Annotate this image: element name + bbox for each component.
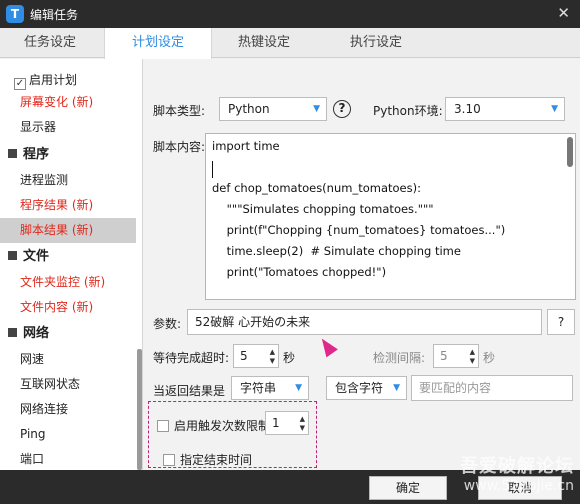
app-logo-icon: T (6, 5, 24, 23)
interval-label: 检测间隔: (373, 351, 426, 365)
help-icon[interactable]: ? (333, 100, 351, 118)
enable-plan-checkbox[interactable]: ✓ 启用计划 (14, 71, 77, 90)
chevron-down-icon: ▼ (313, 104, 320, 114)
mouse-pointer-icon (316, 334, 338, 358)
sidebar-item-net-connection[interactable]: 网络连接 (0, 397, 136, 422)
code-line: time.sleep(2) # Simulate chopping time (212, 244, 461, 258)
sidebar-group-file: 文件 (0, 244, 136, 269)
match-content-input[interactable]: 要匹配的内容 (411, 375, 573, 401)
sidebar-group-program: 程序 (0, 142, 136, 167)
code-line: print(f"Chopping {num_tomatoes} tomatoes… (212, 223, 506, 237)
sidebar-item-screen-change[interactable]: 屏幕变化 (新) (0, 90, 136, 115)
limit-stepper[interactable]: 1 ▲ ▼ (265, 411, 309, 435)
sidebar-group-network: 网络 (0, 321, 136, 346)
python-env-label: Python环境: (373, 104, 443, 118)
timeout-stepper[interactable]: 5 ▲ ▼ (233, 344, 279, 368)
script-type-select[interactable]: Python ▼ (219, 97, 327, 121)
chevron-down-icon: ▼ (393, 383, 400, 393)
sidebar: ✓ 启用计划 屏幕变化 (新) 显示器 程序 进程监测 程序结果 (新) 脚本结果… (0, 59, 143, 470)
group-square-icon (8, 251, 17, 260)
sidebar-item-program-result[interactable]: 程序结果 (新) (0, 193, 136, 218)
enable-plan-label: 启用计划 (29, 73, 78, 87)
end-time-checkbox[interactable]: 指定结束时间 (163, 451, 252, 468)
spin-up-icon: ▲ (269, 348, 275, 356)
return-label: 当返回结果是 (153, 384, 226, 398)
tab-bar: 任务设定 计划设定 热键设定 执行设定 (0, 28, 580, 59)
spin-down-icon: ▼ (269, 357, 275, 365)
sidebar-item-net-speed[interactable]: 网速 (0, 347, 136, 372)
sidebar-item-monitor[interactable]: 显示器 (0, 115, 136, 140)
tab-hotkey-settings[interactable]: 热键设定 (214, 28, 314, 58)
chevron-down-icon: ▼ (551, 104, 558, 114)
sidebar-item-folder-monitor[interactable]: 文件夹监控 (新) (0, 270, 136, 295)
ok-button[interactable]: 确定 (369, 476, 447, 500)
code-line: """Simulates chopping tomatoes.""" (212, 202, 434, 216)
editor-scrollbar[interactable] (567, 137, 573, 167)
params-help-button[interactable]: ? (547, 309, 575, 335)
tab-plan-settings[interactable]: 计划设定 (104, 28, 212, 59)
script-editor[interactable]: import time def chop_tomatoes(num_tomato… (205, 133, 576, 300)
code-line: def chop_tomatoes(num_tomatoes): (212, 181, 421, 195)
timeout-unit: 秒 (283, 351, 296, 365)
params-input[interactable]: 52破解 心开始の未来 (187, 309, 542, 335)
interval-stepper[interactable]: 5 ▲ ▼ (433, 344, 479, 368)
tab-task-settings[interactable]: 任务设定 (0, 28, 100, 58)
limit-checkbox[interactable]: 启用触发次数限制 (157, 417, 270, 434)
main-panel: 脚本类型: Python ▼ ? Python环境: 3.10 ▼ 脚本内容: im… (143, 59, 580, 470)
title-bar: T 编辑任务 ✕ (0, 0, 580, 28)
sidebar-item-file-content[interactable]: 文件内容 (新) (0, 295, 136, 320)
group-square-icon (8, 149, 17, 158)
sidebar-item-internet-status[interactable]: 互联网状态 (0, 372, 136, 397)
sidebar-scrollbar[interactable] (137, 349, 142, 470)
interval-unit: 秒 (483, 351, 496, 365)
tab-exec-settings[interactable]: 执行设定 (326, 28, 426, 58)
watermark-title: 吾爱破解论坛 (460, 456, 574, 477)
params-label: 参数: (153, 317, 182, 331)
window-title: 编辑任务 (30, 8, 79, 22)
return-type-select[interactable]: 字符串 ▼ (231, 376, 309, 400)
check-icon: ✓ (14, 78, 26, 90)
timeout-label: 等待完成超时: (153, 351, 230, 365)
code-line: print("Tomatoes chopped!") (212, 265, 387, 279)
watermark-url: www.52pojie.cn (463, 478, 574, 494)
script-type-label: 脚本类型: (153, 104, 206, 118)
script-content-label: 脚本内容: (153, 140, 206, 154)
sidebar-item-port[interactable]: 端口 (0, 447, 136, 470)
spin-up-icon: ▲ (469, 348, 475, 356)
close-icon[interactable]: ✕ (557, 4, 570, 22)
sidebar-item-script-result[interactable]: 脚本结果 (新) (0, 218, 136, 243)
python-env-select[interactable]: 3.10 ▼ (445, 97, 565, 121)
match-mode-select[interactable]: 包含字符 ▼ (326, 376, 407, 400)
spin-down-icon: ▼ (469, 357, 475, 365)
spin-up-icon: ▲ (299, 415, 305, 423)
chevron-down-icon: ▼ (295, 383, 302, 393)
spin-down-icon: ▼ (299, 424, 305, 432)
text-caret (212, 161, 213, 178)
group-square-icon (8, 328, 17, 337)
code-line: import time (212, 139, 280, 153)
sidebar-item-process-monitor[interactable]: 进程监测 (0, 168, 136, 193)
sidebar-item-ping[interactable]: Ping (0, 422, 136, 447)
